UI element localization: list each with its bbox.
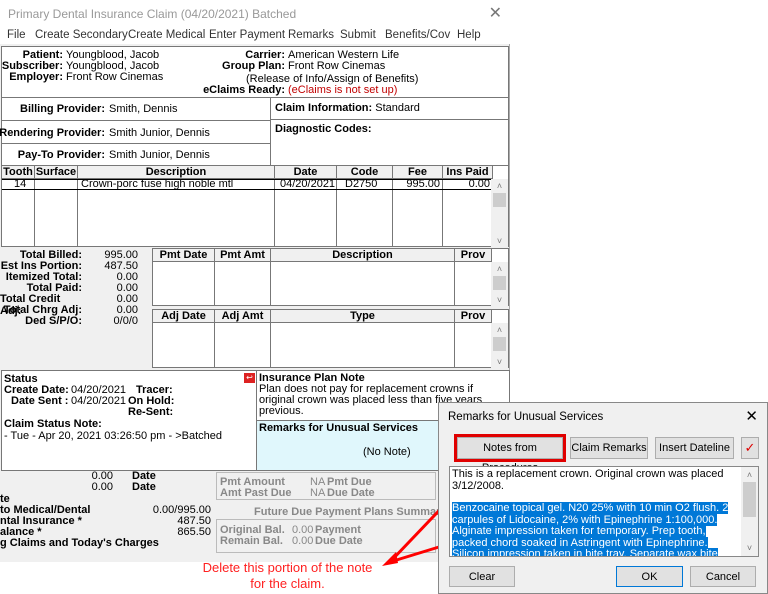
arrow-head: [382, 552, 398, 566]
spellcheck-icon[interactable]: ✓: [741, 437, 759, 459]
cancel-button[interactable]: Cancel: [690, 566, 756, 587]
remarks-text-selected: Benzocaine topical gel. N20 25% with 10 …: [452, 502, 729, 556]
remarks-text-plain: This is a replacement crown. Original cr…: [452, 468, 724, 492]
ok-button[interactable]: OK: [616, 566, 683, 587]
remarks-scrollbar[interactable]: ˄ ˅: [741, 467, 758, 556]
dialog-title: Remarks for Unusual Services: [448, 411, 604, 423]
notes-from-procedures-button[interactable]: Notes from Procedures: [457, 437, 563, 474]
remarks-dialog: Remarks for Unusual Services ✕ Notes fro…: [438, 402, 768, 594]
claim-remarks-button[interactable]: Claim Remarks: [570, 437, 648, 459]
close-icon[interactable]: ✕: [745, 407, 758, 425]
insert-dateline-button[interactable]: Insert Dateline: [655, 437, 734, 459]
remarks-textarea[interactable]: This is a replacement crown. Original cr…: [449, 466, 759, 557]
clear-button[interactable]: Clear: [449, 566, 515, 587]
